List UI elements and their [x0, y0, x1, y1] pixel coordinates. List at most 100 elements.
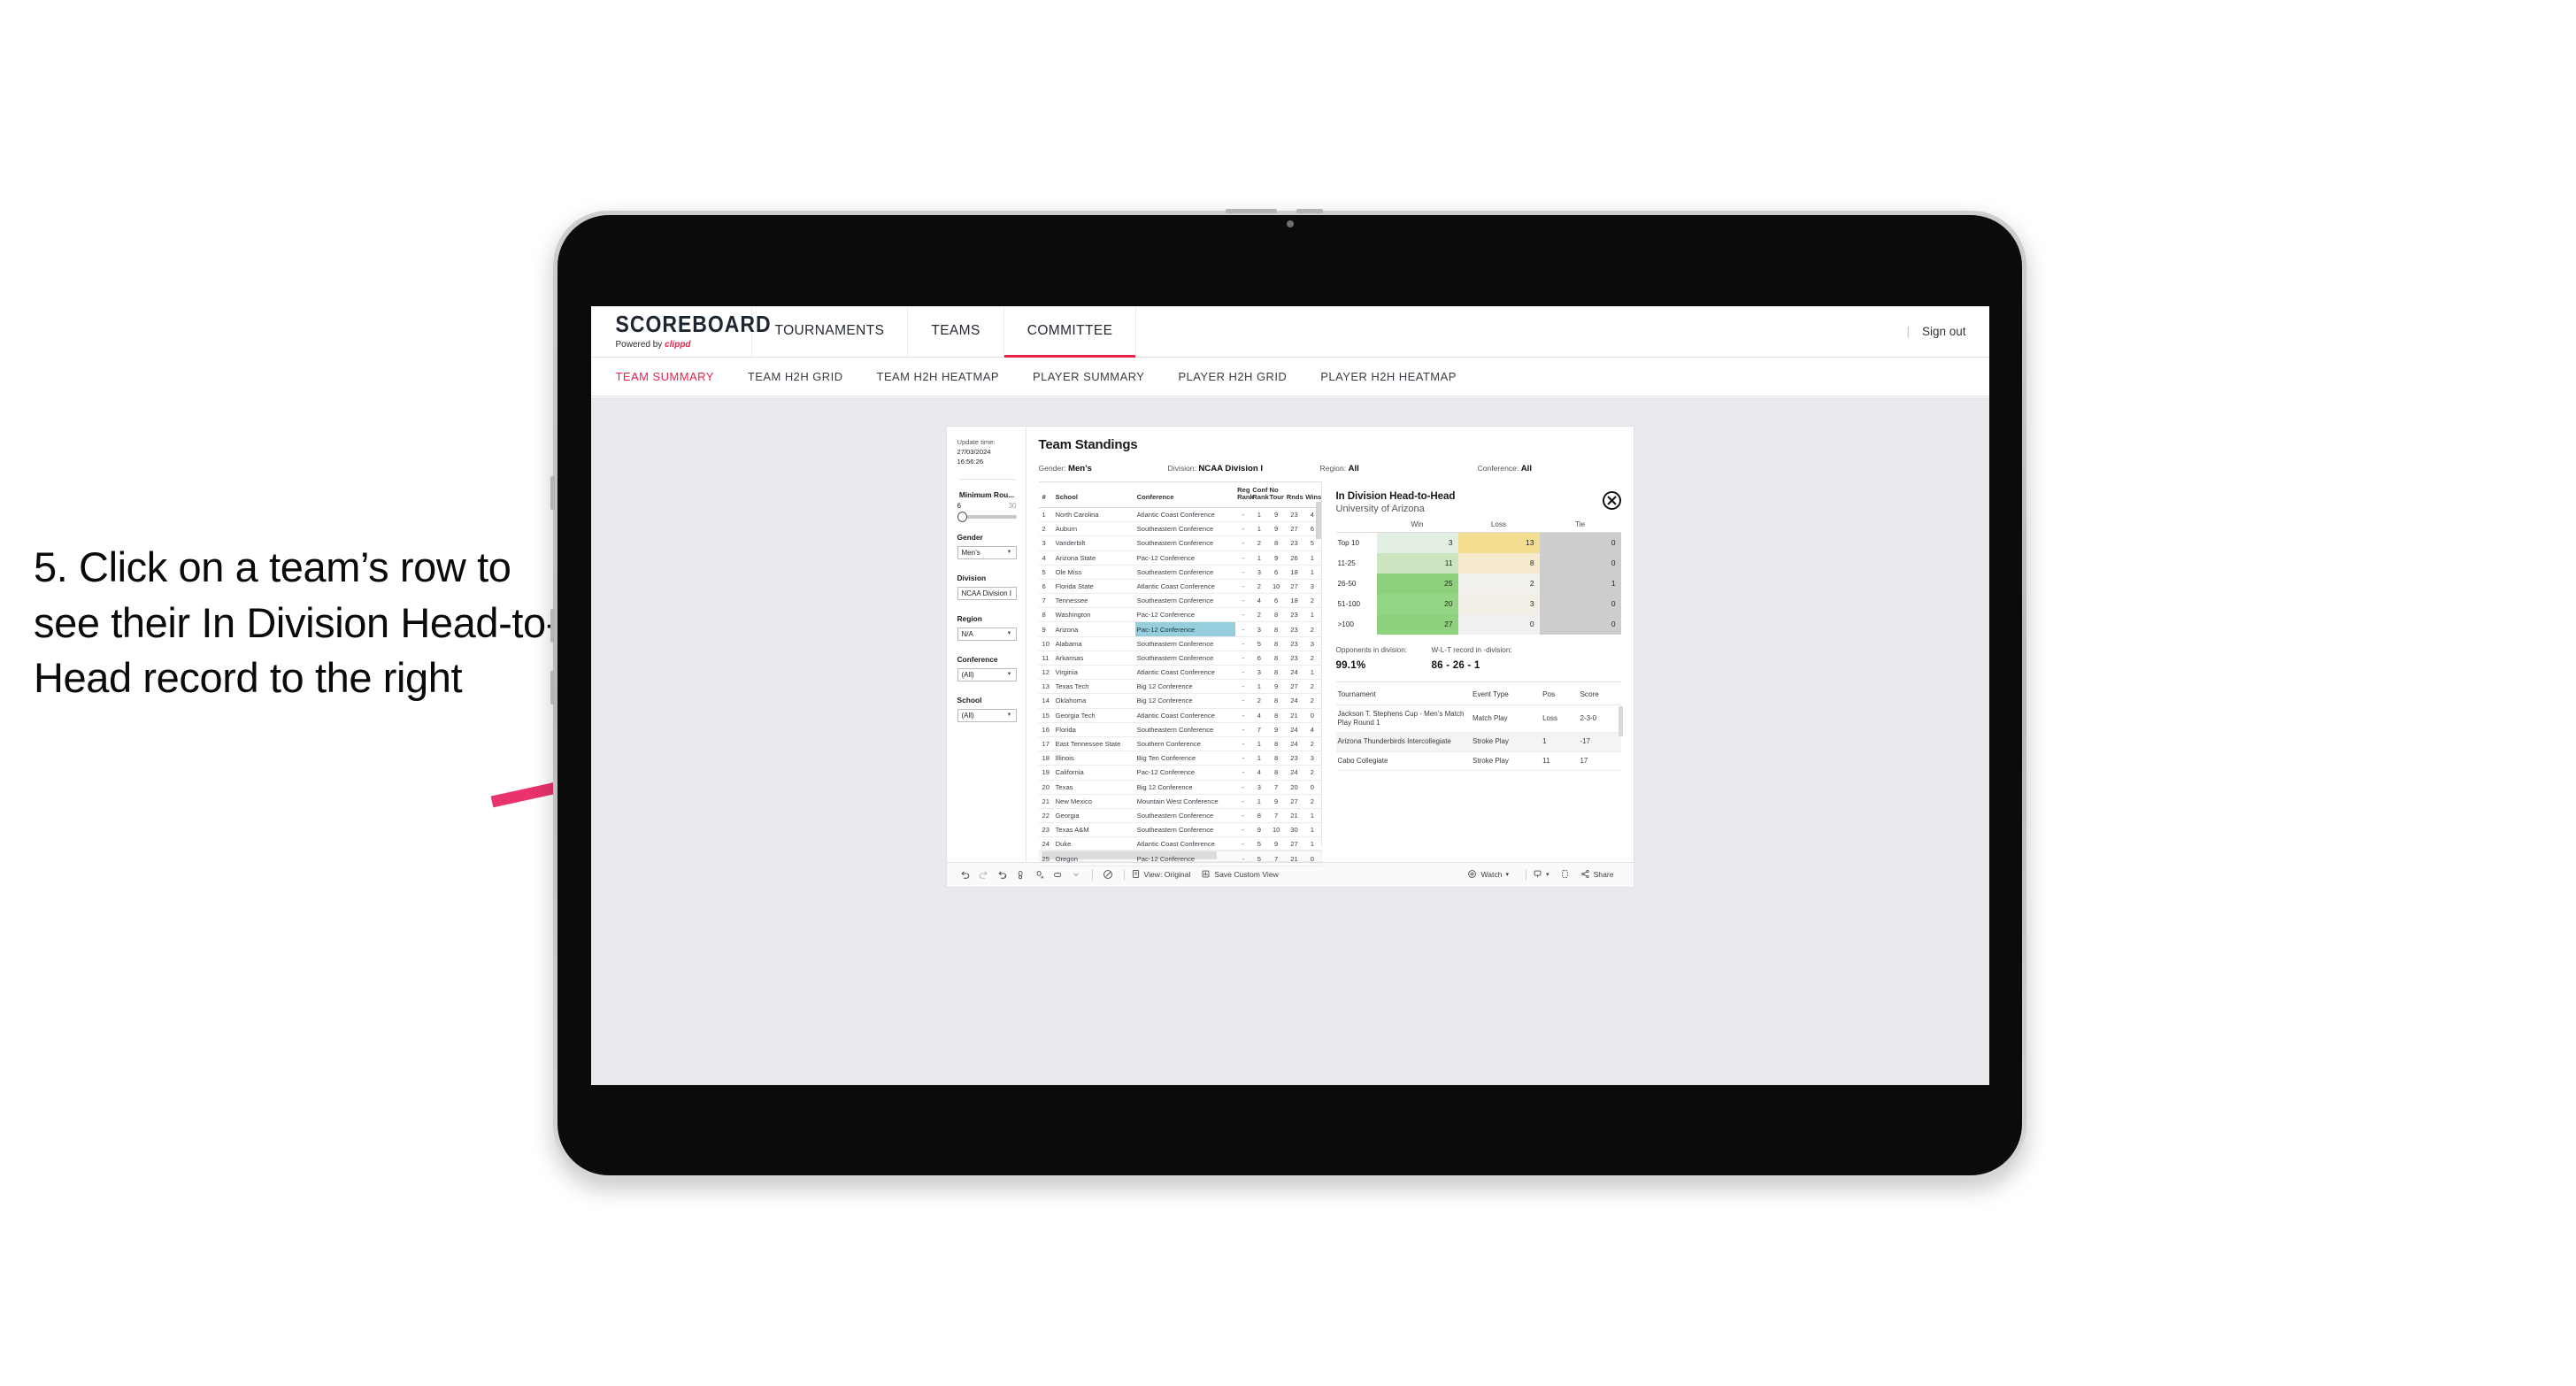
nav-tab-tournaments[interactable]: TOURNAMENTS: [752, 305, 909, 357]
refresh-icon[interactable]: [1011, 870, 1030, 880]
table-row[interactable]: 25 Oregon Pac-12 Conference -5 7 21 0: [1038, 851, 1321, 866]
cell-school: Alabama: [1053, 636, 1135, 651]
table-row[interactable]: 7 Tennessee Southeastern Conference -4 6 18 2: [1038, 593, 1321, 609]
table-row[interactable]: 8 Washington Pac-12 Conference -2 8 23 1: [1038, 607, 1321, 623]
tournament-row[interactable]: Cabo Collegiate Stroke Play 11 17: [1335, 751, 1621, 772]
cell-conference: Atlantic Coast Conference: [1134, 665, 1236, 681]
table-row[interactable]: 17 East Tennessee State Southern Conferenc…: [1038, 736, 1321, 752]
nav-tab-committee[interactable]: COMMITTEE: [1003, 305, 1137, 358]
sub-tab-player-h2h-heatmap[interactable]: PLAYER H2H HEATMAP: [1320, 370, 1476, 383]
undo-icon[interactable]: [956, 870, 974, 880]
table-row[interactable]: 5 Ole Miss Southeastern Conference -3 6 18 1: [1038, 565, 1321, 580]
col-header-no-tour[interactable]: No Tour: [1267, 481, 1285, 508]
col-header-pos[interactable]: Pos: [1541, 683, 1579, 705]
cell-reg-rank: -: [1235, 507, 1251, 523]
cell-school: Georgia Tech: [1053, 708, 1135, 723]
tournament-row[interactable]: Arizona Thunderbirds Intercollegiate Stro…: [1335, 732, 1621, 752]
cell-reg-rank: -: [1235, 836, 1251, 852]
close-icon[interactable]: [1602, 490, 1621, 510]
filter-select-school[interactable]: (All) ▼: [957, 708, 1017, 722]
sub-tab-team-h2h-grid[interactable]: TEAM H2H GRID: [748, 370, 863, 383]
chevron-down-icon[interactable]: [1067, 871, 1086, 878]
table-vertical-scrollbar[interactable]: [1315, 501, 1321, 539]
table-row[interactable]: 23 Texas A&M Southeastern Conference -9 10 30…: [1038, 822, 1321, 838]
slider-track[interactable]: [957, 511, 1017, 522]
share-label: Share: [1593, 870, 1614, 879]
table-row[interactable]: 19 California Pac-12 Conference -4 8 24 2: [1038, 765, 1321, 781]
table-row[interactable]: 24 Duke Atlantic Coast Conference -5 9 27 1: [1038, 836, 1321, 852]
revert-icon[interactable]: [993, 870, 1011, 880]
filter-label-division: Division: [957, 573, 987, 582]
sub-tab-team-h2h-heatmap[interactable]: TEAM H2H HEATMAP: [877, 370, 1019, 383]
table-row[interactable]: 20 Texas Big 12 Conference -3 7 20 0: [1038, 780, 1321, 795]
cell-school: East Tennessee State: [1053, 736, 1135, 752]
summary-record-label: W-L-T record in -division:: [1431, 645, 1512, 654]
filter-select-conference[interactable]: (All) ▼: [957, 667, 1017, 681]
col-header-event-type[interactable]: Event Type: [1471, 683, 1542, 705]
col-header-conference[interactable]: Conference: [1134, 481, 1236, 508]
filter-select-region[interactable]: N/A ▼: [957, 627, 1017, 641]
cell-conf-rank: 2: [1250, 607, 1268, 623]
tournament-row[interactable]: Jackson T. Stephens Cup - Men’s Match Pl…: [1335, 705, 1621, 734]
col-header-tournament[interactable]: Tournament: [1335, 683, 1472, 705]
chip-gender: Gender: Men’s: [1039, 464, 1168, 474]
col-header-rank[interactable]: #: [1038, 481, 1054, 508]
pause-icon[interactable]: [1030, 870, 1049, 880]
col-header-reg-rank[interactable]: Reg Rank: [1235, 481, 1254, 508]
share-button[interactable]: Share: [1580, 869, 1614, 881]
table-row[interactable]: 14 Oklahoma Big 12 Conference -2 8 24 2: [1038, 693, 1321, 709]
alert-icon[interactable]: [1099, 869, 1118, 880]
cell-score: 17: [1578, 751, 1621, 772]
table-row[interactable]: 3 Vanderbilt Southeastern Conference -2 8 23 5: [1038, 535, 1321, 551]
col-header-conf-rank[interactable]: Conf Rank: [1250, 481, 1269, 508]
cell-rnds: 24: [1284, 765, 1304, 781]
table-row[interactable]: 21 New Mexico Mountain West Conference -1 9 2…: [1038, 794, 1321, 809]
redo-icon[interactable]: [974, 870, 993, 880]
tournament-scrollbar[interactable]: [1618, 705, 1623, 736]
cell-wins: 3: [1303, 636, 1321, 651]
table-row[interactable]: 2 Auburn Southeastern Conference -1 9 27 6: [1038, 521, 1321, 537]
standings-table-wrapper[interactable]: # School Conference Reg Rank Conf Rank N…: [1038, 481, 1322, 866]
cell-tournament-name: Arizona Thunderbirds Intercollegiate: [1335, 732, 1472, 752]
table-row[interactable]: 16 Florida Southeastern Conference -7 9 24 4: [1038, 722, 1321, 737]
sign-out-link[interactable]: Sign out: [1922, 325, 1966, 338]
h2h-row: >100 27 0 0: [1335, 613, 1621, 635]
table-row[interactable]: 15 Georgia Tech Atlantic Coast Conference -…: [1038, 708, 1321, 723]
watch-button[interactable]: Watch ▾: [1467, 869, 1509, 881]
cell-conf-rank: 1: [1250, 551, 1268, 566]
col-header-school[interactable]: School: [1053, 481, 1135, 508]
slider-handle[interactable]: [957, 511, 967, 522]
table-row[interactable]: 4 Arizona State Pac-12 Conference -1 9 26 1: [1038, 551, 1321, 566]
table-row[interactable]: 1 North Carolina Atlantic Coast Conference…: [1038, 507, 1321, 523]
comment-button[interactable]: ▾: [1533, 869, 1549, 881]
cell-no-tour: 8: [1267, 693, 1285, 709]
table-row[interactable]: 6 Florida State Atlantic Coast Conference -…: [1038, 579, 1321, 595]
table-row[interactable]: 13 Texas Tech Big 12 Conference -1 9 27 2: [1038, 679, 1321, 695]
filter-select-gender[interactable]: Men’s ▼: [957, 545, 1017, 559]
sub-tab-team-summary[interactable]: TEAM SUMMARY: [616, 370, 734, 383]
fullscreen-button[interactable]: [1560, 869, 1570, 881]
instruction-callout: 5. Click on a team’s row to see their In…: [34, 543, 560, 701]
filter-value-school: (All): [961, 711, 974, 720]
save-custom-view-button[interactable]: Save Custom View: [1201, 869, 1279, 881]
filter-select-division[interactable]: NCAA Division I: [957, 586, 1017, 600]
col-header-score[interactable]: Score: [1578, 683, 1621, 705]
view-original-button[interactable]: View: Original: [1131, 869, 1190, 881]
table-row[interactable]: 18 Illinois Big Ten Conference -1 8 23 3: [1038, 751, 1321, 766]
table-row[interactable]: 11 Arkansas Southeastern Conference -6 8 23 2: [1038, 651, 1321, 666]
nav-tab-teams[interactable]: TEAMS: [908, 305, 1004, 357]
table-row[interactable]: 10 Alabama Southeastern Conference -5 8 23 3: [1038, 636, 1321, 651]
cell-conf-rank: 1: [1250, 794, 1268, 809]
presentation-icon[interactable]: [1049, 870, 1067, 880]
sub-tab-player-h2h-grid[interactable]: PLAYER H2H GRID: [1178, 370, 1306, 383]
table-row[interactable]: 9 Arizona Pac-12 Conference -3 8 23 2: [1038, 621, 1321, 637]
standings-table: # School Conference Reg Rank Conf Rank N…: [1038, 481, 1321, 866]
app-logo[interactable]: SCOREBOARD Powered by clippd: [591, 305, 771, 357]
table-row[interactable]: 22 Georgia Southeastern Conference -8 7 21 1: [1038, 808, 1321, 824]
sub-tab-player-summary[interactable]: PLAYER SUMMARY: [1033, 370, 1164, 383]
watch-icon: [1467, 869, 1477, 881]
col-header-rnds[interactable]: Rnds: [1284, 481, 1304, 508]
minimum-rounds-filter[interactable]: Minimum Rou... 6 30: [957, 490, 1017, 522]
cell-rnds: 23: [1284, 535, 1304, 551]
table-row[interactable]: 12 Virginia Atlantic Coast Conference -3 8 24…: [1038, 665, 1321, 681]
